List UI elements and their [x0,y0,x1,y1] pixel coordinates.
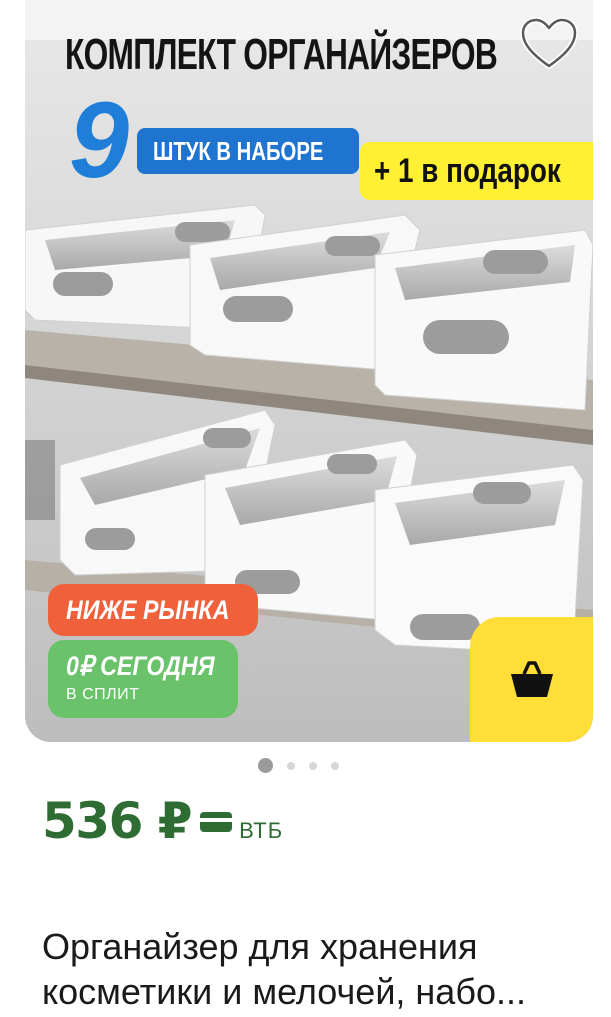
gallery-dot-3[interactable] [309,761,317,770]
add-to-cart-button[interactable] [470,617,593,742]
gallery-dot-2[interactable] [287,761,295,770]
bank-card-icon [199,810,233,838]
gift-label: + 1 в подарок [360,142,593,200]
bank-name: ВТБ [239,818,284,843]
split-badge-main: 0₽ СЕГОДНЯ [66,651,215,681]
basket-icon [510,660,553,697]
product-title[interactable]: Органайзер для хранения косметики и мело… [42,924,582,1014]
split-badge: 0₽ СЕГОДНЯ В СПЛИТ [48,640,238,718]
price-row: 536 ₽ ВТБ [42,792,283,850]
heart-icon[interactable] [519,16,579,72]
split-badge-sub: В СПЛИТ [66,686,140,704]
gallery-pagination [258,758,339,773]
below-market-badge: НИЖЕ РЫНКА [48,584,258,636]
set-count-label: ШТУК В НАБОРЕ [137,128,359,174]
price: 536 ₽ [42,792,193,850]
product-image-card[interactable]: КОМПЛЕКТ ОРГАНАЙЗЕРОВ 9 ШТУК В НАБОРЕ + … [25,0,593,742]
gallery-dot-4[interactable] [331,761,339,770]
set-count: 9 [69,79,130,200]
gallery-dot-1[interactable] [258,758,273,773]
